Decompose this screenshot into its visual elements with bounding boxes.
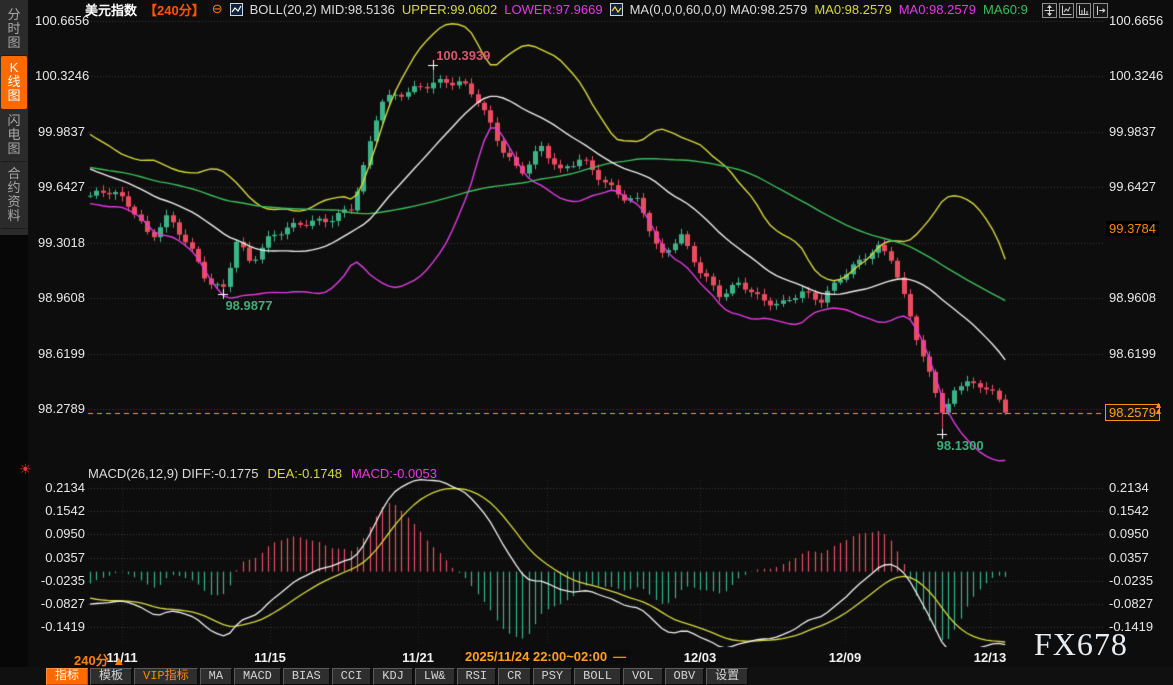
last-price-box: 98.2579 [1105,404,1160,421]
low-end-annotation: 98.1300 [937,438,984,453]
macd-axis-left-label: 0.0950 [35,526,85,541]
toolbar-button-LW&[interactable]: LW& [415,668,455,685]
xaxis-label-12/03: 12/03 [684,650,717,665]
indicator-legend-bar: 美元指数 【240分】 ⊖ BOLL(20,2) MID:98.5136 UPP… [85,1,1028,17]
price-axis-right-label: 100.6656 [1109,13,1163,28]
selected-candle-time: 2025/11/24 22:00~02:00— [461,649,630,664]
macd-axis-left-label: 0.0357 [35,550,85,565]
indicator-toolbar: 指标模板VIP指标MAMACDBIASCCIKDJLW&RSICRPSYBOLL… [0,667,1173,685]
toolbar-button-RSI[interactable]: RSI [457,668,497,685]
toolbar-button-模板[interactable]: 模板 [90,668,132,685]
macd-axis-left-label: -0.0235 [35,573,85,588]
price-axis-right-label: 98.6199 [1109,346,1156,361]
period-badge[interactable]: 【240分】 [144,0,205,19]
toolbar-button-VIP指标[interactable]: VIP指标 [134,668,198,685]
scale-price-icon[interactable] [1059,3,1074,18]
watermark: FX678 [1034,626,1128,663]
macd-dea-legend: DEA:-0.1748 [268,466,342,481]
macd-axis-right-label: 0.0357 [1109,550,1149,565]
toolbar-button-CCI[interactable]: CCI [332,668,372,685]
low-mid-annotation: 98.9877 [225,298,272,313]
toolbar-button-BIAS[interactable]: BIAS [283,668,330,685]
collapse-icon[interactable]: ⊖ [212,1,223,17]
macd-axis-right-label: 0.0950 [1109,526,1149,541]
macd-axis-left-label: 0.1542 [35,503,85,518]
toolbar-button-BOLL[interactable]: BOLL [574,668,621,685]
toolbar-button-OBV[interactable]: OBV [665,668,705,685]
price-axis-left-label: 99.3018 [35,235,85,250]
macd-hist-legend: MACD:-0.0053 [351,466,437,481]
boll-lower-legend: LOWER:97.9669 [504,2,602,17]
trading-app-window: 分时图K线图闪电图合约资料 美元指数 【240分】 ⊖ BOLL(20,2) M… [0,0,1173,685]
macd-axis-right-label: 0.2134 [1109,480,1149,495]
ma-indicator-icon[interactable] [610,3,623,16]
toolbar-button-PSY[interactable]: PSY [533,668,573,685]
axis-highlight-value: 99.3784 [1106,221,1159,236]
scale-time-icon[interactable] [1076,3,1091,18]
toolbar-button-指标[interactable]: 指标 [46,668,88,685]
toolbar-button-MACD[interactable]: MACD [234,668,281,685]
ma0-yellow-legend: MA0:98.2579 [814,2,891,17]
toolbar-button-设置[interactable]: 设置 [706,668,748,685]
pan-icon[interactable] [1042,3,1057,18]
xaxis-label-12/13: 12/13 [974,650,1007,665]
macd-axis-left-label: -0.1419 [35,619,85,634]
xaxis-label-11/21: 11/21 [402,650,434,665]
sidebar-tab-合约资料[interactable]: 合约资料 [1,162,27,229]
chart-canvas[interactable] [0,0,1173,685]
xaxis-label-11/15: 11/15 [254,650,286,665]
price-axis-left-label: 99.6427 [35,179,85,194]
ma0-magenta-legend: MA0:98.2579 [899,2,976,17]
price-axis-left-label: 100.6656 [35,13,85,28]
high-annotation: 100.3939 [436,48,490,63]
macd-diff-legend: MACD(26,12,9) DIFF:-0.1775 [88,466,259,481]
price-axis-left-label: 99.9837 [35,124,85,139]
macd-legend-bar: MACD(26,12,9) DIFF:-0.1775 DEA:-0.1748 M… [88,466,437,481]
chart-controls [1042,3,1108,18]
macd-axis-right-label: -0.0235 [1109,573,1153,588]
macd-axis-left-label: 0.2134 [35,480,85,495]
ma60-legend: MA60:9 [983,2,1028,17]
price-axis-right-label: 99.9837 [1109,124,1156,139]
sidebar-tab-分时图[interactable]: 分时图 [1,3,27,56]
toolbar-button-VOL[interactable]: VOL [623,668,663,685]
macd-axis-right-label: -0.0827 [1109,596,1153,611]
sidebar: 分时图K线图闪电图合约资料 [0,0,28,235]
price-axis-left-label: 100.3246 [35,68,85,83]
sidebar-lower-spacer [0,232,28,685]
alarm-icon[interactable]: ☀ [19,461,32,478]
macd-axis-left-label: -0.0827 [35,596,85,611]
boll-indicator-icon[interactable] [230,3,243,16]
toolbar-button-MA[interactable]: MA [200,668,232,685]
price-axis-right-label: 98.9608 [1109,290,1156,305]
sidebar-tab-K线图[interactable]: K线图 [1,56,27,109]
price-arrow-marker: ▲▲ [1154,402,1163,414]
boll-upper-legend: UPPER:99.0602 [402,2,497,17]
symbol-title: 美元指数 [85,0,137,19]
toolbar-button-CR[interactable]: CR [498,668,530,685]
price-axis-right-label: 100.3246 [1109,68,1163,83]
price-axis-left-label: 98.2789 [35,401,85,416]
sidebar-tab-闪电图[interactable]: 闪电图 [1,109,27,162]
price-axis-left-label: 98.9608 [35,290,85,305]
exit-icon[interactable] [1093,3,1108,18]
price-axis-right-label: 99.6427 [1109,179,1156,194]
ma-legend: MA(0,0,0,60,0,0) MA0:98.2579 [630,2,808,17]
price-axis-left-label: 98.6199 [35,346,85,361]
toolbar-button-KDJ[interactable]: KDJ [373,668,413,685]
macd-axis-right-label: 0.1542 [1109,503,1149,518]
boll-legend: BOLL(20,2) MID:98.5136 [250,2,395,17]
xaxis-label-12/09: 12/09 [829,650,862,665]
